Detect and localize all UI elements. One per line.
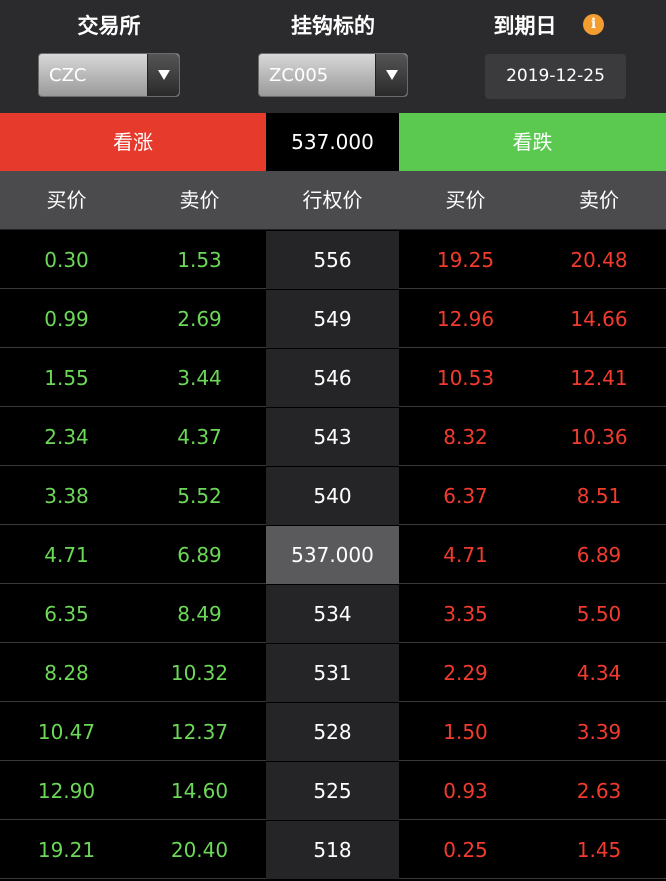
underlying-dropdown[interactable]: ZC005 (258, 53, 408, 97)
chevron-down-icon (375, 54, 407, 96)
put-bid-cell[interactable]: 10.53 (399, 349, 532, 407)
table-row[interactable]: 0.30 1.53 556 19.25 20.48 (0, 231, 666, 289)
table-row[interactable]: 10.47 12.37 528 1.50 3.39 (0, 703, 666, 761)
put-ask-cell[interactable]: 6.89 (532, 526, 666, 584)
exchange-value: CZC (49, 65, 87, 86)
call-bid-cell[interactable]: 12.90 (0, 762, 133, 820)
put-bid-cell[interactable]: 2.29 (399, 644, 532, 702)
exchange-dropdown[interactable]: CZC (38, 53, 180, 97)
put-button[interactable]: 看跌 (399, 113, 666, 171)
call-ask-cell[interactable]: 6.89 (133, 526, 266, 584)
chevron-down-icon (147, 54, 179, 96)
call-bid-cell[interactable]: 19.21 (0, 821, 133, 879)
exchange-selector: 交易所 CZC (0, 0, 218, 113)
table-row[interactable]: 19.21 20.40 518 0.25 1.45 (0, 821, 666, 879)
call-ask-cell[interactable]: 1.53 (133, 231, 266, 289)
table-row[interactable]: 8.28 10.32 531 2.29 4.34 (0, 644, 666, 702)
strike-cell[interactable]: 518 (266, 821, 399, 879)
put-bid-cell[interactable]: 8.32 (399, 408, 532, 466)
call-ask-cell[interactable]: 12.37 (133, 703, 266, 761)
call-label: 看涨 (113, 130, 153, 154)
call-ask-cell[interactable]: 14.60 (133, 762, 266, 820)
put-bid-cell[interactable]: 0.25 (399, 821, 532, 879)
call-ask-cell[interactable]: 8.49 (133, 585, 266, 643)
table-row[interactable]: 6.35 8.49 534 3.35 5.50 (0, 585, 666, 643)
strike-cell[interactable]: 549 (266, 290, 399, 348)
table-row[interactable]: 3.38 5.52 540 6.37 8.51 (0, 467, 666, 525)
exchange-label: 交易所 (77, 14, 141, 38)
selector-panel: 交易所 CZC 挂钩标的 ZC005 到期日 i 2019-12-25 (0, 0, 666, 113)
put-bid-cell[interactable]: 3.35 (399, 585, 532, 643)
call-bid-cell[interactable]: 3.38 (0, 467, 133, 525)
strike-cell[interactable]: 537.000 (266, 526, 399, 584)
underlying-label: 挂钩标的 (291, 14, 375, 38)
put-bid-cell[interactable]: 0.93 (399, 762, 532, 820)
put-ask-cell[interactable]: 10.36 (532, 408, 666, 466)
strike-cell[interactable]: 525 (266, 762, 399, 820)
call-bid-cell[interactable]: 1.55 (0, 349, 133, 407)
put-bid-cell[interactable]: 1.50 (399, 703, 532, 761)
spot-price-value: 537.000 (291, 130, 374, 154)
put-ask-cell[interactable]: 4.34 (532, 644, 666, 702)
underlying-selector: 挂钩标的 ZC005 (218, 0, 448, 113)
table-row[interactable]: 12.90 14.60 525 0.93 2.63 (0, 762, 666, 820)
info-icon-glyph: i (590, 16, 597, 32)
call-ask-cell[interactable]: 2.69 (133, 290, 266, 348)
put-ask-cell[interactable]: 5.50 (532, 585, 666, 643)
expiry-date-field[interactable]: 2019-12-25 (485, 54, 626, 99)
info-icon[interactable]: i (583, 14, 604, 35)
table-row[interactable]: 2.34 4.37 543 8.32 10.36 (0, 408, 666, 466)
strike-cell[interactable]: 546 (266, 349, 399, 407)
table-header: 买价 卖价 行权价 买价 卖价 (0, 171, 666, 230)
spot-price: 537.000 (266, 113, 399, 171)
call-bid-cell[interactable]: 6.35 (0, 585, 133, 643)
put-ask-cell[interactable]: 1.45 (532, 821, 666, 879)
header-call-bid: 买价 (46, 188, 87, 212)
strike-cell[interactable]: 556 (266, 231, 399, 289)
strike-cell[interactable]: 534 (266, 585, 399, 643)
expiry-label: 到期日 (493, 14, 557, 38)
put-bid-cell[interactable]: 12.96 (399, 290, 532, 348)
table-row[interactable]: 1.55 3.44 546 10.53 12.41 (0, 349, 666, 407)
put-label: 看跌 (512, 130, 553, 154)
put-bid-cell[interactable]: 19.25 (399, 231, 532, 289)
put-ask-cell[interactable]: 2.63 (532, 762, 666, 820)
call-bid-cell[interactable]: 0.99 (0, 290, 133, 348)
call-ask-cell[interactable]: 10.32 (133, 644, 266, 702)
header-strike: 行权价 (302, 188, 363, 212)
call-bid-cell[interactable]: 0.30 (0, 231, 133, 289)
put-bid-cell[interactable]: 6.37 (399, 467, 532, 525)
header-call-ask: 卖价 (179, 188, 220, 212)
call-button[interactable]: 看涨 (0, 113, 266, 171)
strike-cell[interactable]: 531 (266, 644, 399, 702)
call-bid-cell[interactable]: 10.47 (0, 703, 133, 761)
put-ask-cell[interactable]: 8.51 (532, 467, 666, 525)
table-row[interactable]: 4.71 6.89 537.000 4.71 6.89 (0, 526, 666, 584)
put-ask-cell[interactable]: 20.48 (532, 231, 666, 289)
call-bid-cell[interactable]: 2.34 (0, 408, 133, 466)
put-ask-cell[interactable]: 14.66 (532, 290, 666, 348)
call-ask-cell[interactable]: 4.37 (133, 408, 266, 466)
header-put-ask: 卖价 (579, 188, 619, 212)
strike-cell[interactable]: 528 (266, 703, 399, 761)
call-bid-cell[interactable]: 8.28 (0, 644, 133, 702)
put-ask-cell[interactable]: 12.41 (532, 349, 666, 407)
call-ask-cell[interactable]: 5.52 (133, 467, 266, 525)
table-row[interactable]: 0.99 2.69 549 12.96 14.66 (0, 290, 666, 348)
underlying-value: ZC005 (269, 65, 329, 86)
strike-cell[interactable]: 540 (266, 467, 399, 525)
call-bid-cell[interactable]: 4.71 (0, 526, 133, 584)
put-ask-cell[interactable]: 3.39 (532, 703, 666, 761)
call-ask-cell[interactable]: 20.40 (133, 821, 266, 879)
strike-cell[interactable]: 543 (266, 408, 399, 466)
header-put-bid: 买价 (445, 188, 486, 212)
call-ask-cell[interactable]: 3.44 (133, 349, 266, 407)
put-bid-cell[interactable]: 4.71 (399, 526, 532, 584)
